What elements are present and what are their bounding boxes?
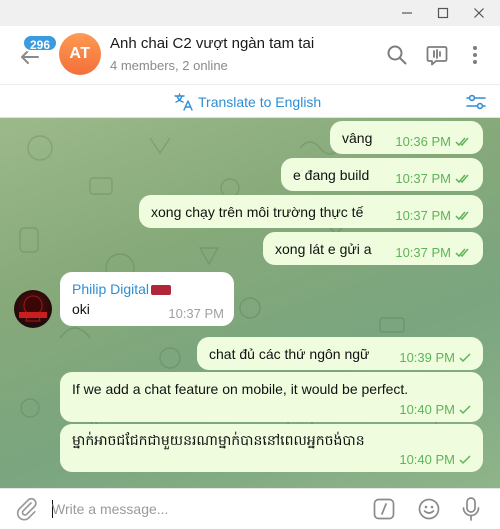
message-input[interactable] bbox=[52, 497, 352, 521]
slash-command-icon bbox=[373, 498, 395, 520]
message-meta: 10:40 PM bbox=[399, 402, 473, 417]
translate-label: Translate to English bbox=[198, 94, 322, 110]
double-check-icon bbox=[455, 248, 469, 257]
minimize-icon bbox=[402, 12, 412, 14]
attach-button[interactable] bbox=[14, 496, 40, 522]
message-time: 10:37 PM bbox=[395, 208, 451, 223]
check-icon bbox=[459, 352, 471, 362]
chat-header: 296 AT Anh chai C2 vượt ngàn tam tai 4 m… bbox=[0, 26, 500, 84]
message-bubble-outgoing[interactable]: ម្នាក់អាចជជែកជាមួយនរណាម្នាក់បាននៅពេលអ្នក… bbox=[60, 424, 483, 472]
message-text: e đang build bbox=[293, 167, 370, 183]
message-time: 10:37 PM bbox=[168, 306, 224, 321]
message-time: 10:39 PM bbox=[399, 350, 455, 365]
translate-button[interactable]: Translate to English bbox=[174, 93, 321, 111]
window-titlebar bbox=[0, 0, 500, 26]
sender-avatar[interactable] bbox=[14, 290, 52, 328]
message-text: oki bbox=[72, 301, 90, 317]
message-text: ម្នាក់អាចជជែកជាមួយនរណាម្នាក់បាននៅពេលអ្នក… bbox=[72, 432, 365, 448]
message-bubble-outgoing[interactable]: xong chạy trên môi trường thực tế 10:37 … bbox=[139, 195, 483, 228]
message-text: vâng bbox=[342, 130, 373, 146]
more-options-button[interactable] bbox=[462, 42, 488, 68]
translate-bar: Translate to English bbox=[0, 84, 500, 118]
unread-count-badge: 296 bbox=[22, 34, 59, 52]
check-icon bbox=[459, 404, 471, 414]
sender-name-text: Philip Digital bbox=[72, 281, 150, 297]
double-check-icon bbox=[455, 211, 469, 220]
message-meta: 10:37 PM bbox=[395, 171, 473, 186]
search-icon bbox=[387, 45, 407, 65]
more-icon bbox=[473, 46, 477, 64]
message-meta: 10:39 PM bbox=[399, 350, 473, 365]
bot-commands-button[interactable] bbox=[371, 496, 397, 522]
maximize-button[interactable] bbox=[426, 0, 460, 26]
chat-subtitle: 4 members, 2 online bbox=[110, 58, 228, 73]
close-icon bbox=[474, 8, 484, 18]
message-meta: 10:37 PM bbox=[395, 208, 473, 223]
message-time: 10:40 PM bbox=[399, 452, 455, 467]
message-bubble-outgoing[interactable]: xong lát e gửi a 10:37 PM bbox=[263, 232, 483, 265]
sliders-icon bbox=[466, 94, 486, 110]
smile-icon bbox=[418, 498, 440, 520]
message-time: 10:37 PM bbox=[395, 171, 451, 186]
message-time: 10:36 PM bbox=[395, 134, 451, 149]
message-time: 10:37 PM bbox=[395, 245, 451, 260]
close-button[interactable] bbox=[462, 0, 496, 26]
chat-title[interactable]: Anh chai C2 vượt ngàn tam tai bbox=[110, 35, 314, 52]
emoji-button[interactable] bbox=[416, 496, 442, 522]
search-button[interactable] bbox=[384, 42, 410, 68]
translate-icon bbox=[174, 93, 193, 111]
message-bubble-incoming[interactable]: Philip Digital oki 10:37 PM bbox=[60, 272, 234, 326]
double-check-icon bbox=[455, 174, 469, 183]
message-meta: 10:40 PM bbox=[399, 452, 473, 467]
double-check-icon bbox=[455, 137, 469, 146]
paperclip-icon bbox=[16, 497, 37, 521]
message-text: xong lát e gửi a bbox=[275, 241, 372, 257]
composer-bar bbox=[0, 488, 500, 529]
voice-record-button[interactable] bbox=[458, 496, 484, 522]
message-meta: 10:37 PM bbox=[395, 245, 473, 260]
message-text: xong chạy trên môi trường thực tế bbox=[151, 204, 364, 220]
message-time: 10:40 PM bbox=[399, 402, 455, 417]
avatar-initials: AT bbox=[69, 45, 91, 62]
sender-name[interactable]: Philip Digital bbox=[72, 281, 172, 297]
message-bubble-outgoing[interactable]: chat đủ các thứ ngôn ngữ 10:39 PM bbox=[197, 337, 483, 370]
message-bubble-outgoing[interactable]: vâng 10:36 PM bbox=[330, 121, 483, 154]
translate-settings-button[interactable] bbox=[464, 91, 488, 113]
message-bubble-outgoing[interactable]: e đang build 10:37 PM bbox=[281, 158, 483, 191]
minimize-button[interactable] bbox=[390, 0, 424, 26]
message-list[interactable]: vâng 10:36 PM e đang build 10:37 PM xong… bbox=[0, 118, 500, 488]
microphone-icon bbox=[462, 497, 480, 521]
voice-chat-icon bbox=[426, 46, 448, 66]
message-bubble-outgoing[interactable]: If we add a chat feature on mobile, it w… bbox=[60, 372, 483, 422]
voice-chat-button[interactable] bbox=[424, 42, 450, 68]
sender-badge-icon bbox=[151, 285, 172, 295]
message-meta: 10:36 PM bbox=[395, 134, 473, 149]
message-text: chat đủ các thứ ngôn ngữ bbox=[209, 346, 370, 362]
maximize-icon bbox=[437, 7, 449, 19]
message-text: If we add a chat feature on mobile, it w… bbox=[72, 381, 409, 397]
message-meta: 10:37 PM bbox=[168, 306, 224, 321]
check-icon bbox=[459, 454, 471, 464]
sender-avatar-image bbox=[19, 295, 47, 322]
group-avatar[interactable]: AT bbox=[59, 33, 101, 75]
